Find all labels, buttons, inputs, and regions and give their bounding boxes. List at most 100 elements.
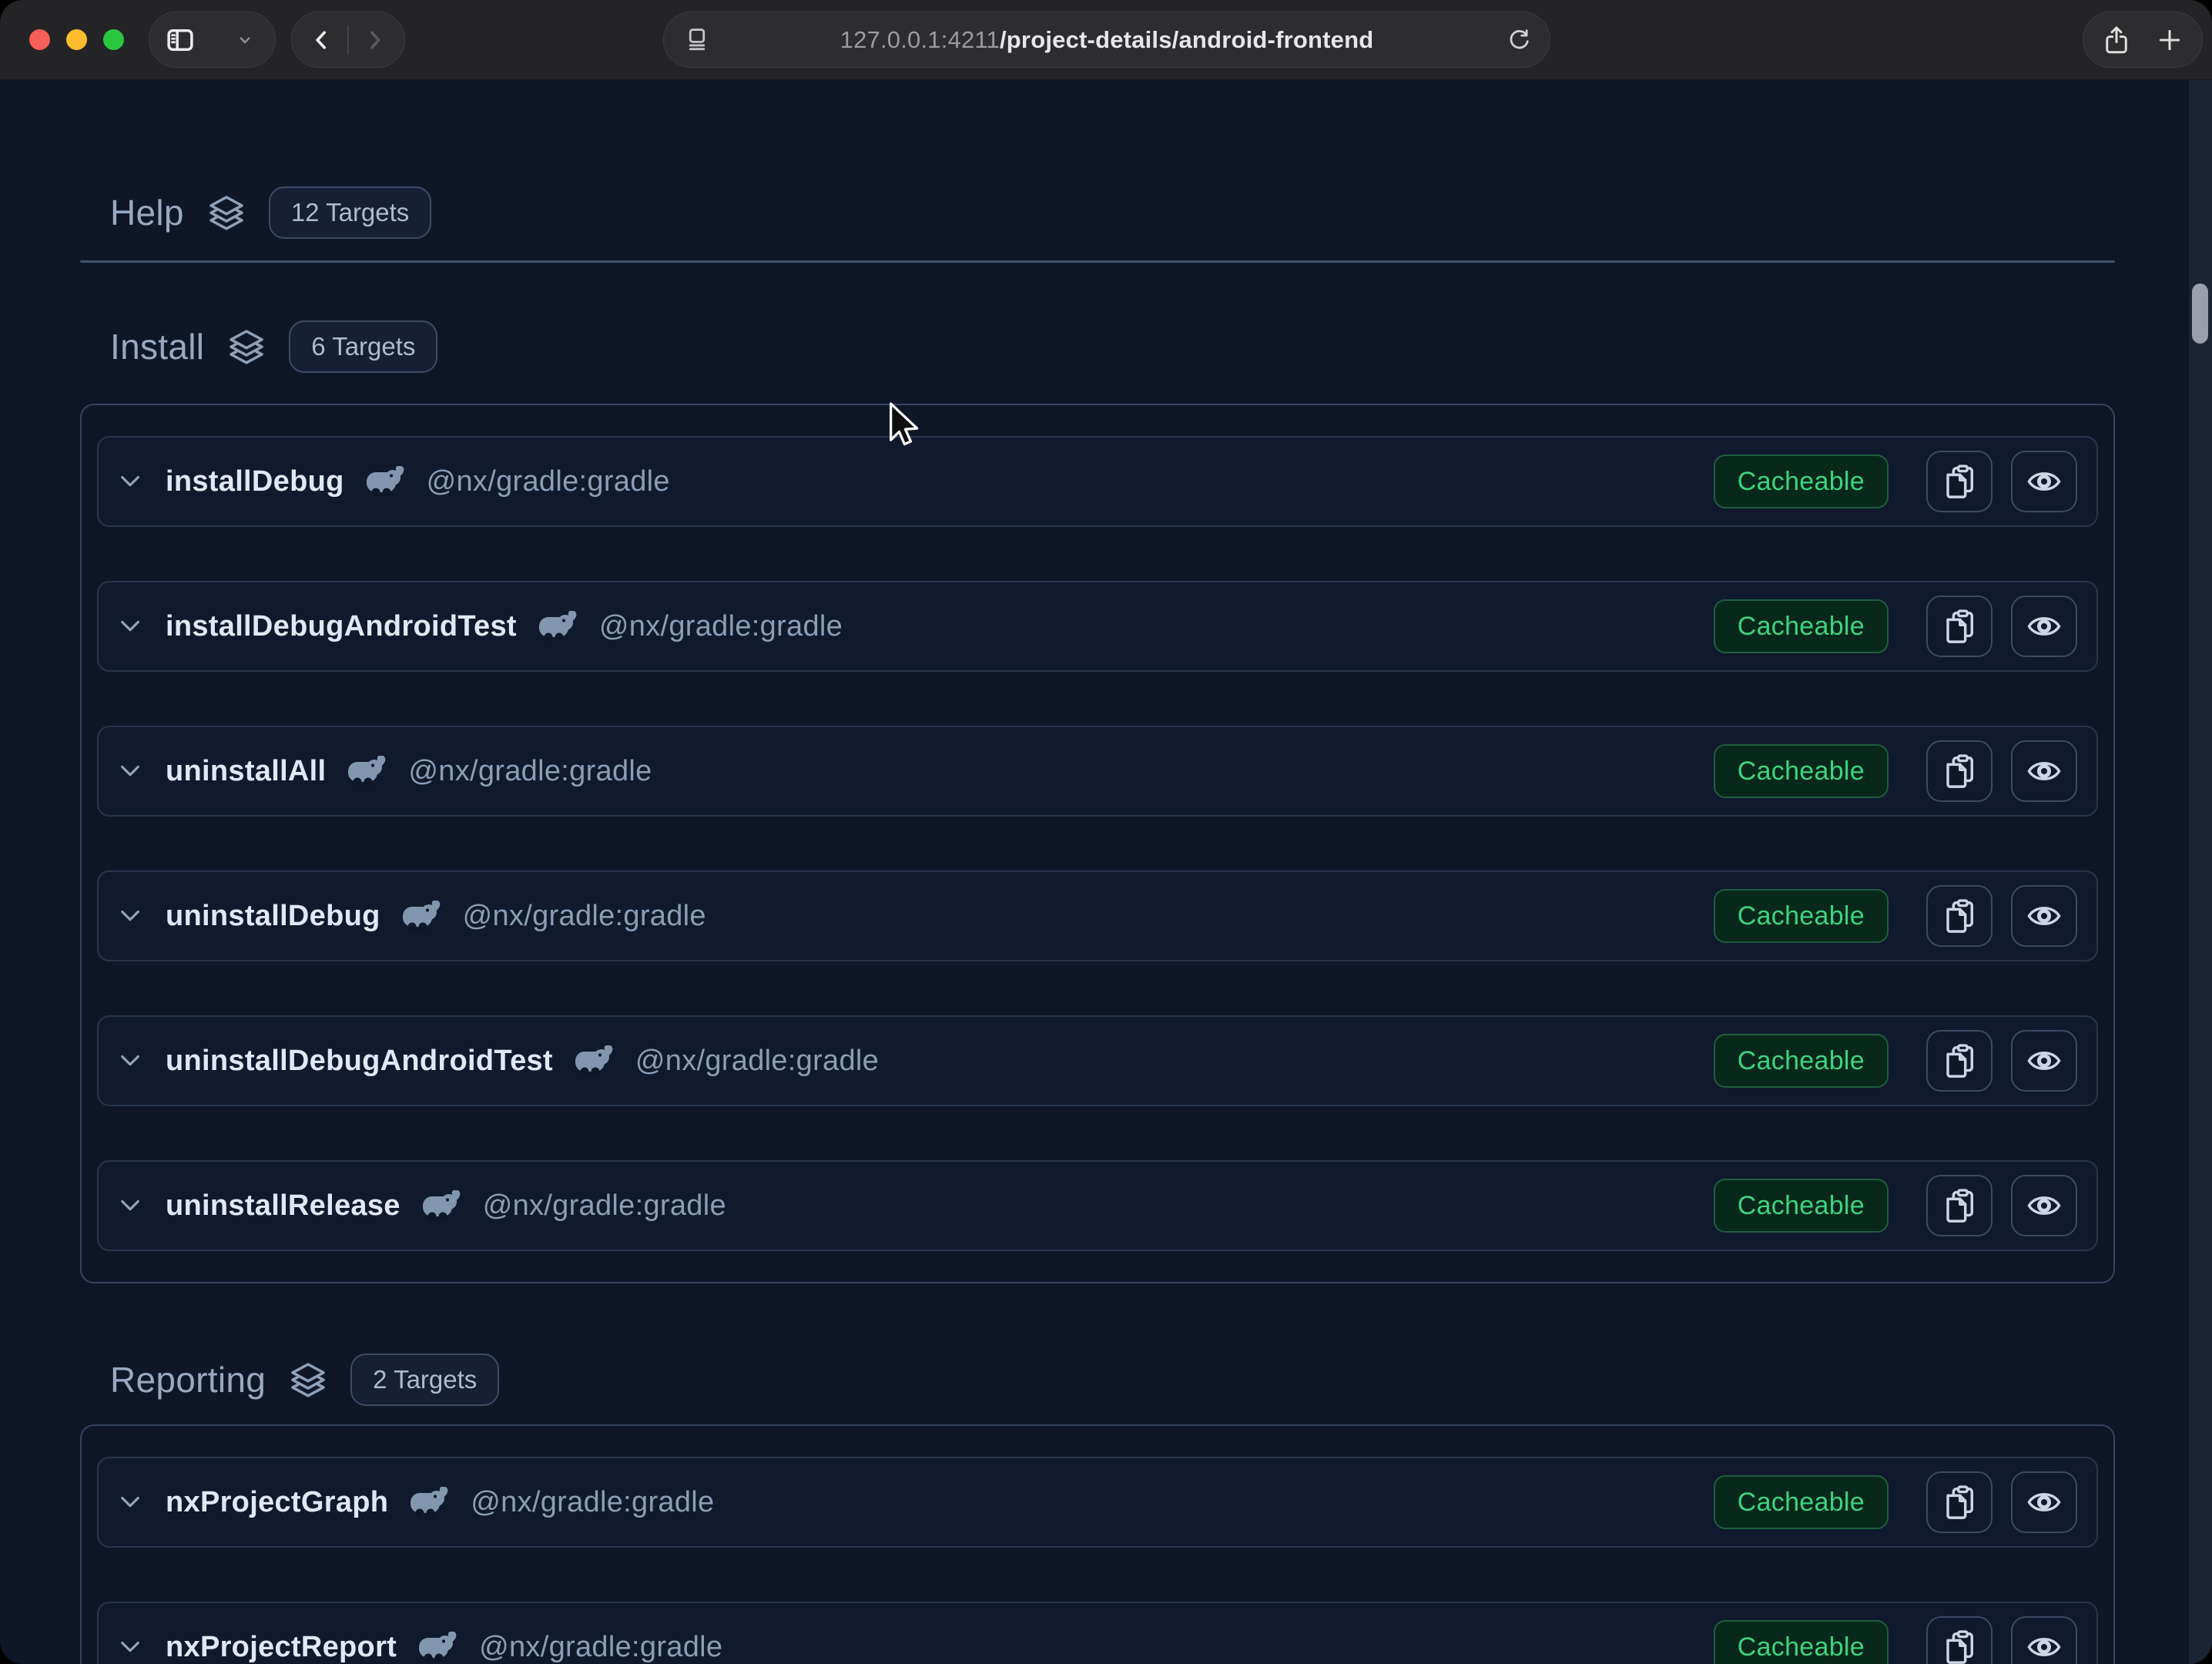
copy-button[interactable] bbox=[1926, 1175, 1992, 1236]
target-executor: @nx/gradle:gradle bbox=[471, 1486, 714, 1519]
url-host: 127.0.0.1:4211 bbox=[840, 26, 1000, 53]
chevron-down-icon[interactable] bbox=[116, 757, 145, 786]
reporting-targets-card: nxProjectGraph @nx/gradle:gradle Cacheab… bbox=[80, 1424, 2115, 1664]
copy-button[interactable] bbox=[1926, 740, 1992, 802]
target-executor: @nx/gradle:gradle bbox=[408, 755, 652, 788]
target-executor: @nx/gradle:gradle bbox=[635, 1045, 879, 1078]
target-name: uninstallDebugAndroidTest bbox=[166, 1045, 553, 1078]
target-row[interactable]: uninstallRelease @nx/gradle:gradle Cache… bbox=[97, 1160, 2098, 1251]
target-name: uninstallDebug bbox=[166, 900, 380, 933]
sidebar-icon[interactable] bbox=[164, 24, 196, 56]
view-button[interactable] bbox=[2011, 1616, 2077, 1664]
copy-button[interactable] bbox=[1926, 1471, 1992, 1533]
view-button[interactable] bbox=[2011, 451, 2077, 512]
copy-button[interactable] bbox=[1926, 595, 1992, 657]
target-executor: @nx/gradle:gradle bbox=[483, 1189, 726, 1223]
target-executor: @nx/gradle:gradle bbox=[479, 1631, 722, 1664]
zoom-window-button[interactable] bbox=[103, 29, 124, 50]
chevron-down-icon[interactable] bbox=[116, 467, 145, 496]
section-title: Install bbox=[110, 326, 204, 367]
cacheable-badge: Cacheable bbox=[1714, 1179, 1889, 1233]
layers-icon bbox=[289, 1360, 327, 1399]
chevron-down-icon[interactable] bbox=[116, 901, 145, 931]
cacheable-badge: Cacheable bbox=[1714, 455, 1889, 508]
nav-divider bbox=[347, 25, 349, 55]
target-row[interactable]: nxProjectGraph @nx/gradle:gradle Cacheab… bbox=[97, 1457, 2098, 1548]
gradle-elephant-icon bbox=[421, 1190, 464, 1221]
target-row[interactable]: uninstallDebug @nx/gradle:gradle Cacheab… bbox=[97, 871, 2098, 961]
minimize-window-button[interactable] bbox=[66, 29, 87, 50]
chevron-down-icon[interactable] bbox=[116, 1488, 145, 1517]
view-button[interactable] bbox=[2011, 1030, 2077, 1092]
cacheable-badge: Cacheable bbox=[1714, 1034, 1889, 1088]
target-executor: @nx/gradle:gradle bbox=[463, 900, 706, 933]
cacheable-badge: Cacheable bbox=[1714, 599, 1889, 653]
target-name: uninstallAll bbox=[166, 755, 326, 788]
target-row[interactable]: uninstallDebugAndroidTest @nx/gradle:gra… bbox=[97, 1015, 2098, 1106]
chevron-down-icon[interactable] bbox=[116, 612, 145, 641]
gradle-elephant-icon bbox=[401, 901, 444, 931]
layers-icon bbox=[207, 193, 246, 232]
chevron-down-icon[interactable] bbox=[234, 29, 256, 51]
gradle-elephant-icon bbox=[574, 1045, 617, 1076]
view-button[interactable] bbox=[2011, 885, 2077, 947]
target-row[interactable]: installDebug @nx/gradle:gradle Cacheable bbox=[97, 436, 2098, 527]
targets-count-badge: 12 Targets bbox=[269, 186, 432, 239]
sidebar-toggle-group bbox=[149, 12, 276, 68]
install-targets-card: installDebug @nx/gradle:gradle Cacheable bbox=[80, 404, 2115, 1283]
address-bar[interactable]: 127.0.0.1:4211/project-details/android-f… bbox=[663, 12, 1550, 68]
url-text: 127.0.0.1:4211/project-details/android-f… bbox=[840, 26, 1374, 54]
scrollbar-thumb[interactable] bbox=[2192, 283, 2208, 344]
layers-icon bbox=[227, 327, 266, 366]
toolbar-actions bbox=[2083, 12, 2203, 68]
navigation-group bbox=[291, 12, 405, 68]
target-name: nxProjectReport bbox=[166, 1631, 397, 1664]
section-header-reporting: Reporting 2 Targets bbox=[110, 1349, 499, 1411]
target-name: uninstallRelease bbox=[166, 1189, 401, 1223]
section-header-help: Help 12 Targets bbox=[110, 182, 431, 243]
cacheable-badge: Cacheable bbox=[1714, 1475, 1889, 1529]
browser-toolbar: 127.0.0.1:4211/project-details/android-f… bbox=[0, 0, 2212, 80]
project-details-page: Help 12 Targets Install 6 Targets bbox=[0, 80, 2212, 1664]
close-window-button[interactable] bbox=[29, 29, 50, 50]
target-name: installDebugAndroidTest bbox=[166, 610, 517, 643]
target-name: nxProjectGraph bbox=[166, 1486, 388, 1519]
targets-count-badge: 6 Targets bbox=[289, 320, 437, 373]
section-header-install: Install 6 Targets bbox=[110, 316, 437, 377]
view-button[interactable] bbox=[2011, 1175, 2077, 1236]
cacheable-badge: Cacheable bbox=[1714, 1620, 1889, 1664]
gradle-elephant-icon bbox=[409, 1487, 452, 1518]
mouse-cursor bbox=[886, 402, 921, 452]
reload-icon[interactable] bbox=[1506, 27, 1533, 58]
target-row[interactable]: installDebugAndroidTest @nx/gradle:gradl… bbox=[97, 581, 2098, 672]
browser-window: 127.0.0.1:4211/project-details/android-f… bbox=[0, 0, 2212, 1664]
copy-button[interactable] bbox=[1926, 1030, 1992, 1092]
gradle-elephant-icon bbox=[365, 466, 408, 497]
view-button[interactable] bbox=[2011, 595, 2077, 657]
chevron-down-icon[interactable] bbox=[116, 1046, 145, 1075]
gradle-elephant-icon bbox=[417, 1632, 461, 1662]
section-title: Help bbox=[110, 192, 184, 233]
new-tab-icon[interactable] bbox=[2154, 25, 2185, 55]
gradle-elephant-icon bbox=[347, 756, 390, 787]
section-divider bbox=[80, 260, 2115, 263]
copy-button[interactable] bbox=[1926, 451, 1992, 512]
share-icon[interactable] bbox=[2100, 24, 2133, 56]
cacheable-badge: Cacheable bbox=[1714, 889, 1889, 943]
section-title: Reporting bbox=[110, 1359, 266, 1401]
copy-button[interactable] bbox=[1926, 1616, 1992, 1664]
target-row[interactable]: nxProjectReport @nx/gradle:gradle Cachea… bbox=[97, 1602, 2098, 1664]
copy-button[interactable] bbox=[1926, 885, 1992, 947]
view-button[interactable] bbox=[2011, 1471, 2077, 1533]
back-button[interactable] bbox=[307, 26, 335, 54]
page-settings-icon[interactable] bbox=[682, 25, 712, 59]
chevron-down-icon[interactable] bbox=[116, 1191, 145, 1220]
window-controls bbox=[29, 29, 124, 50]
view-button[interactable] bbox=[2011, 740, 2077, 802]
targets-count-badge: 2 Targets bbox=[350, 1354, 499, 1406]
chevron-down-icon[interactable] bbox=[116, 1632, 145, 1662]
gradle-elephant-icon bbox=[538, 611, 581, 642]
target-row[interactable]: uninstallAll @nx/gradle:gradle Cacheable bbox=[97, 726, 2098, 817]
forward-button[interactable] bbox=[361, 26, 389, 54]
target-name: installDebug bbox=[166, 465, 344, 498]
